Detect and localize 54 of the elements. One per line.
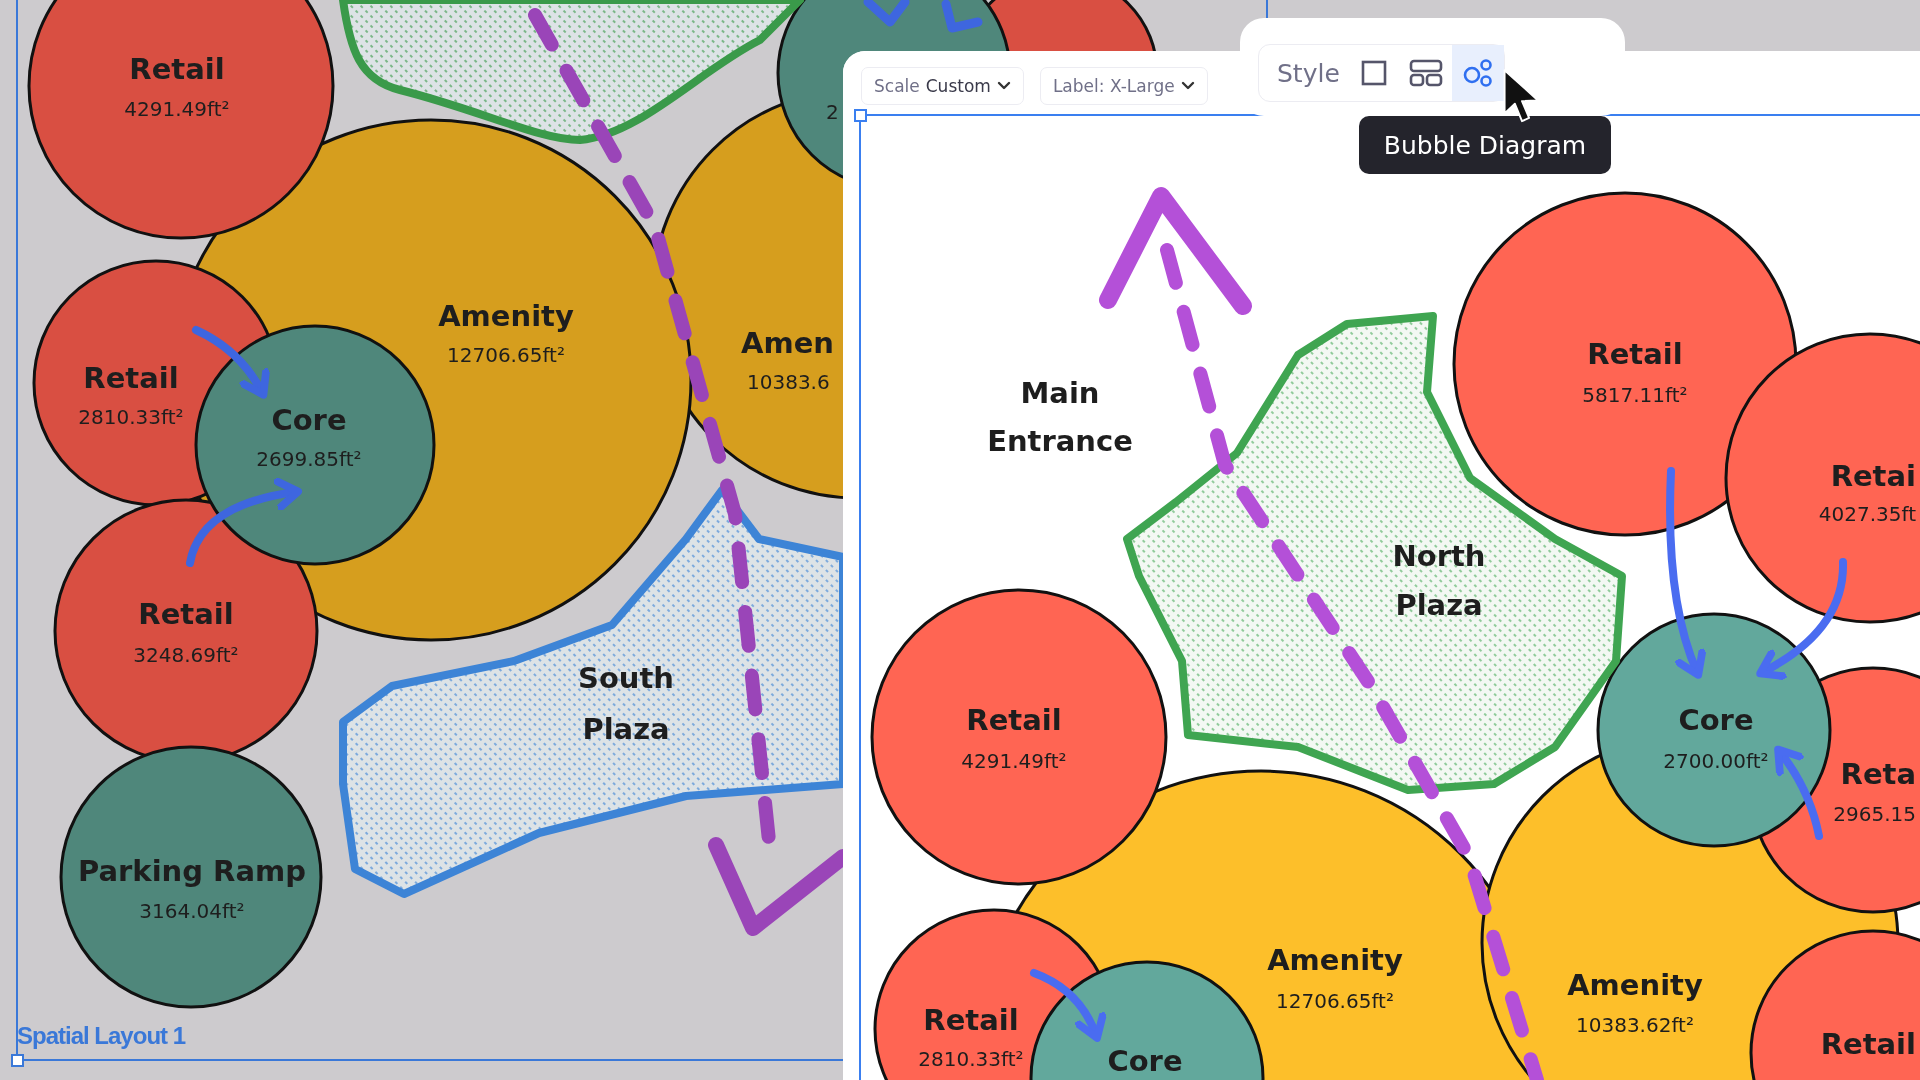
bubble-label: Core (1107, 1044, 1183, 1078)
scale-label: Scale (874, 76, 920, 96)
bubble-label: Amen (741, 326, 834, 360)
bubble-area: 4291.49ft² (961, 748, 1067, 773)
label-size-text: Label: X-Large (1052, 76, 1175, 96)
plaza-label: North Plaza (1392, 539, 1486, 622)
bubbles-icon (1461, 58, 1494, 88)
bubble-label: Retail (138, 597, 234, 631)
bubble-area: 2699.85ft² (256, 446, 362, 471)
bubble-label: Core (1678, 703, 1754, 737)
bubble-area: 4027.35ft (1818, 501, 1916, 526)
bubble-area: 4291.49ft² (124, 96, 230, 121)
tooltip: Bubble Diagram (1359, 116, 1611, 174)
bubble-label: Parking Ramp (78, 854, 306, 888)
resize-handle[interactable] (11, 1054, 24, 1067)
resize-handle[interactable] (854, 109, 867, 122)
bubble-label: Retail (1587, 337, 1683, 371)
scale-value: Custom (925, 76, 991, 96)
arrowhead-icon (941, 0, 983, 33)
bubble-label: Retai (1830, 459, 1916, 493)
bubble-area: 2700.00ft² (1663, 748, 1769, 773)
bubble-style-button[interactable] (1451, 45, 1504, 101)
bubble-area: 2810.33ft² (918, 1046, 1024, 1071)
scale-dropdown[interactable]: Scale Custom (861, 67, 1024, 105)
chevron-down-icon (996, 81, 1011, 91)
bubble-label: Retail (923, 1003, 1019, 1037)
chevron-down-icon (1180, 81, 1195, 91)
bubble-label: Core (271, 403, 347, 437)
bubble-label: Retail (83, 361, 179, 395)
bubble-area: 2 (826, 99, 839, 124)
bubble-label: Retail (966, 703, 1062, 737)
arrowhead-icon (863, 0, 910, 27)
bubble-area: 10383.6 (747, 369, 830, 394)
map-label: Main Entrance (987, 376, 1133, 458)
style-label: Style (1277, 58, 1340, 88)
bubble-label: Amenity (1267, 943, 1403, 977)
bubble-label: Reta (1840, 757, 1916, 791)
layout-icon (1408, 59, 1443, 87)
bubble-label: Amenity (438, 299, 574, 333)
label-size-dropdown[interactable]: Label: X-Large (1039, 67, 1208, 105)
bubble-area: 12706.65ft² (447, 342, 565, 367)
frame-label: Spatial Layout 1 (17, 1022, 186, 1049)
bubble-label: Retail (1820, 1027, 1916, 1061)
bubble-area: 2810.33ft² (78, 404, 184, 429)
bubble-area: 5817.11ft² (1582, 382, 1688, 407)
square-icon (1359, 59, 1388, 87)
bubble-area: 10383.62ft² (1576, 1012, 1694, 1037)
bubble-area: 3248.69ft² (133, 642, 239, 667)
bubble-area: 3164.04ft² (139, 898, 245, 923)
bubble-label: Retail (129, 52, 225, 86)
plaza-label: South Plaza (578, 661, 674, 746)
bubble-area: 12706.65ft² (1276, 988, 1394, 1013)
bubble-area: 2965.15 (1833, 801, 1916, 826)
bubble-label: Amenity (1567, 968, 1703, 1002)
